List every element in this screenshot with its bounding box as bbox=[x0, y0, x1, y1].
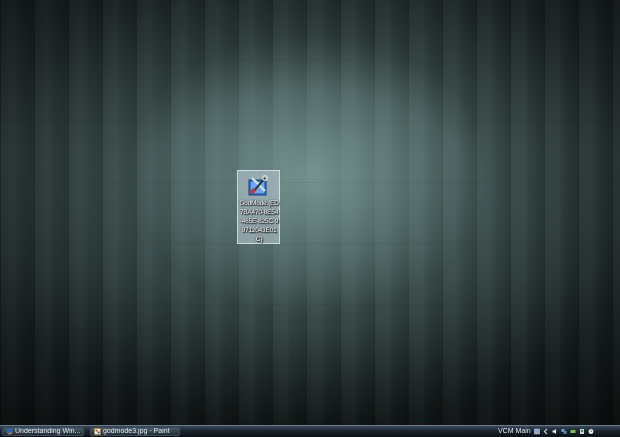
volume-icon[interactable] bbox=[552, 428, 558, 435]
toolbar-toggle-icon[interactable] bbox=[533, 428, 540, 435]
wallpaper-texture bbox=[0, 0, 620, 425]
taskbar-button-label: godmode3.jpg - Paint bbox=[103, 427, 170, 435]
clock-icon[interactable] bbox=[588, 428, 594, 435]
safely-remove-icon[interactable] bbox=[579, 428, 585, 435]
notification-area: VCM Main bbox=[498, 427, 594, 436]
tray-overflow-icon[interactable] bbox=[543, 428, 549, 435]
network-icon[interactable] bbox=[561, 428, 567, 435]
paint-icon bbox=[94, 428, 101, 435]
control-panel-tools-icon bbox=[248, 175, 268, 196]
toolbar-label[interactable]: VCM Main bbox=[498, 428, 531, 435]
power-icon[interactable] bbox=[570, 428, 576, 435]
desktop-icon-label: GodMode.{ED7BA470-8E54-465E-825C-9971204… bbox=[239, 200, 279, 243]
desktop-icon-godmode[interactable]: GodMode.{ED7BA470-8E54-465E-825C-9971204… bbox=[237, 170, 280, 244]
taskbar-button-paint[interactable]: godmode3.jpg - Paint bbox=[90, 427, 180, 436]
desktop[interactable]: GodMode.{ED7BA470-8E54-465E-825C-9971204… bbox=[0, 0, 620, 425]
firefox-icon bbox=[6, 428, 13, 435]
taskbar: Understanding Win... godmode3.jpg - Pain… bbox=[0, 425, 620, 437]
taskbar-button-label: Understanding Win... bbox=[15, 427, 81, 435]
taskbar-button-browser[interactable]: Understanding Win... bbox=[2, 427, 84, 436]
